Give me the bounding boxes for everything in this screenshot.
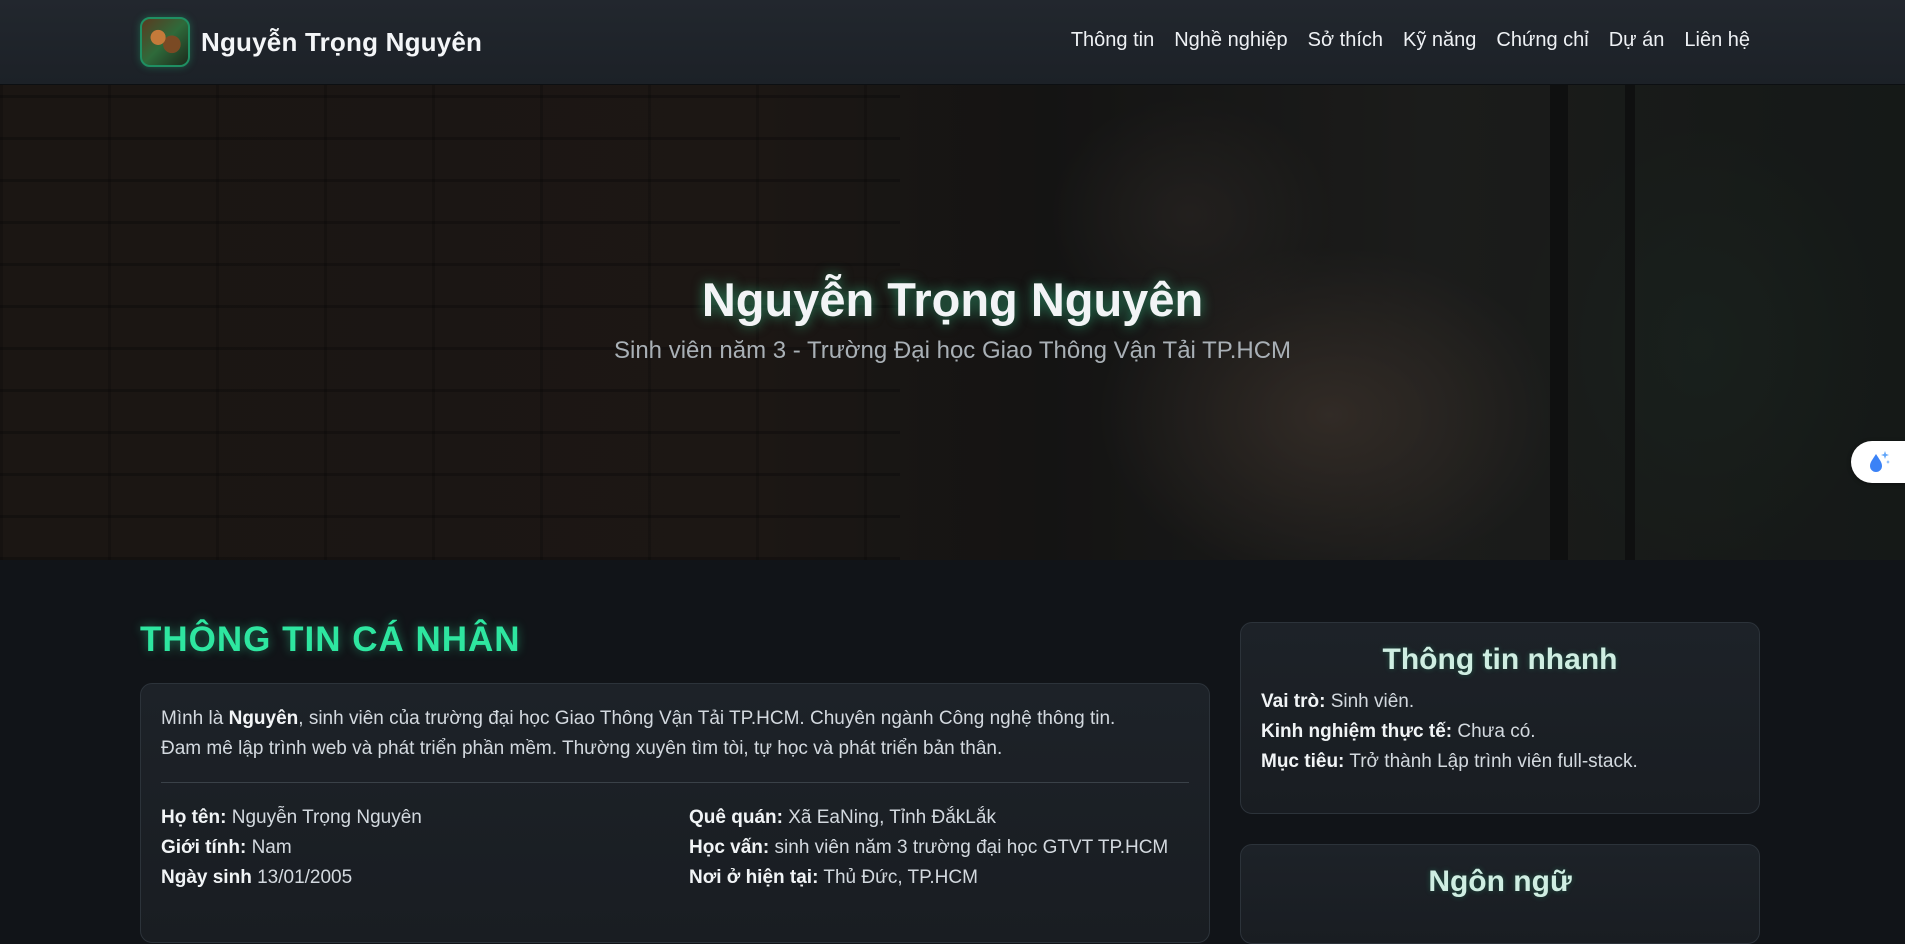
navbar: Nguyễn Trọng Nguyên Thông tin Nghề nghiệ… xyxy=(0,0,1905,85)
languages-card: Ngôn ngữ xyxy=(1240,844,1760,944)
about-card: Mình là Nguyên, sinh viên của trường đại… xyxy=(140,683,1210,943)
quick-info-experience: Kinh nghiệm thực tế: Chưa có. xyxy=(1261,717,1739,747)
info-label: Quê quán: xyxy=(689,807,783,828)
info-education: Học vấn: sinh viên năm 3 trường đại học … xyxy=(689,833,1189,863)
personal-info-grid: Họ tên: Nguyễn Trọng Nguyên Quê quán: Xã… xyxy=(161,803,1189,893)
info-gender: Giới tính: Nam xyxy=(161,833,689,863)
nav-link-nghe-nghiep[interactable]: Nghề nghiệp xyxy=(1174,29,1287,52)
nav-link-thong-tin[interactable]: Thông tin xyxy=(1071,29,1154,52)
about-intro-name: Nguyên xyxy=(228,708,299,729)
quick-info-value: Sinh viên. xyxy=(1330,691,1415,712)
quick-info-title: Thông tin nhanh xyxy=(1382,643,1618,676)
brand-name[interactable]: Nguyễn Trọng Nguyên xyxy=(201,27,482,58)
info-value: Nguyễn Trọng Nguyên xyxy=(231,807,422,828)
nav-link-chung-chi[interactable]: Chứng chỉ xyxy=(1496,29,1588,52)
quick-info-card: Thông tin nhanh Vai trò: Sinh viên. Kinh… xyxy=(1240,622,1760,814)
quick-info-role: Vai trò: Sinh viên. xyxy=(1261,687,1739,717)
info-label: Nơi ở hiện tại: xyxy=(689,867,819,888)
quick-info-value: Chưa có. xyxy=(1457,721,1536,742)
info-residence: Nơi ở hiện tại: Thủ Đức, TP.HCM xyxy=(689,863,1189,893)
info-birthday: Ngày sinh 13/01/2005 xyxy=(161,863,689,893)
water-drop-sparkle-icon xyxy=(1870,451,1890,472)
nav-link-lien-he[interactable]: Liên hệ xyxy=(1684,29,1750,52)
section-title-personal-info: THÔNG TIN CÁ NHÂN xyxy=(140,620,521,659)
info-value: sinh viên năm 3 trường đại học GTVT TP.H… xyxy=(774,837,1169,858)
brand[interactable]: Nguyễn Trọng Nguyên xyxy=(140,17,482,67)
hero-banner: Nguyễn Trọng Nguyên Sinh viên năm 3 - Tr… xyxy=(0,85,1905,560)
info-value: 13/01/2005 xyxy=(257,867,353,888)
hero-title: Nguyễn Trọng Nguyên xyxy=(701,273,1204,326)
info-label: Học vấn: xyxy=(689,837,770,858)
floating-theme-button[interactable] xyxy=(1851,441,1905,483)
info-label: Giới tính: xyxy=(161,837,247,858)
info-value: Nam xyxy=(251,837,292,858)
info-hometown: Quê quán: Xã EaNing, Tỉnh ĐắkLắk xyxy=(689,803,1189,833)
info-label: Ngày sinh xyxy=(161,867,252,888)
hero-subtitle: Sinh viên năm 3 - Trường Đại học Giao Th… xyxy=(613,337,1292,364)
info-value: Thủ Đức, TP.HCM xyxy=(823,867,978,888)
quick-info-label: Vai trò: xyxy=(1261,691,1326,712)
nav-links: Thông tin Nghề nghiệp Sở thích Kỹ năng C… xyxy=(1071,29,1750,52)
about-intro-prefix: Mình là xyxy=(161,708,229,729)
avatar xyxy=(140,17,190,67)
nav-link-ky-nang[interactable]: Kỹ năng xyxy=(1403,29,1476,52)
info-value: Xã EaNing, Tỉnh ĐắkLắk xyxy=(788,807,996,828)
quick-info-label: Mục tiêu: xyxy=(1261,751,1345,772)
quick-info-goal: Mục tiêu: Trở thành Lập trình viên full-… xyxy=(1261,747,1739,777)
nav-link-du-an[interactable]: Dự án xyxy=(1609,29,1665,52)
quick-info-value: Trở thành Lập trình viên full-stack. xyxy=(1349,751,1638,772)
info-full-name: Họ tên: Nguyễn Trọng Nguyên xyxy=(161,803,689,833)
about-intro-line2: Đam mê lập trình web và phát triển phần … xyxy=(161,738,1003,759)
quick-info-label: Kinh nghiệm thực tế: xyxy=(1261,721,1453,742)
about-intro-line1: , sinh viên của trường đại học Giao Thôn… xyxy=(298,708,1116,729)
languages-title: Ngôn ngữ xyxy=(1428,865,1572,898)
nav-link-so-thich[interactable]: Sở thích xyxy=(1308,29,1383,52)
about-intro: Mình là Nguyên, sinh viên của trường đại… xyxy=(161,704,1189,764)
info-label: Họ tên: xyxy=(161,807,227,828)
divider xyxy=(161,782,1189,783)
